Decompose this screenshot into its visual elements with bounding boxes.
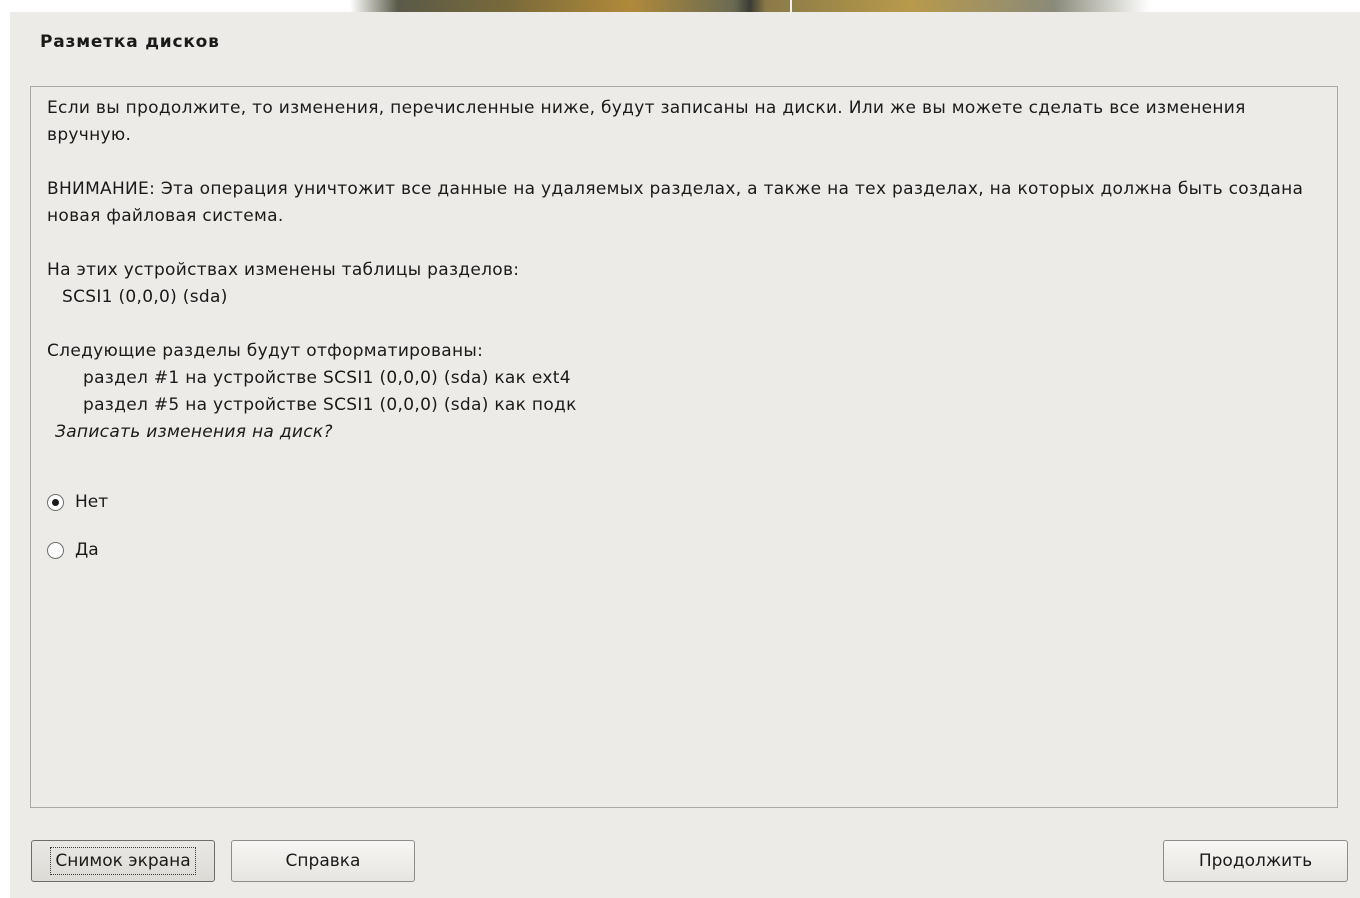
- banner-image: [350, 0, 1150, 12]
- installer-window: Разметка дисков Если вы продолжите, то и…: [10, 12, 1360, 898]
- radio-option-yes[interactable]: Да: [47, 540, 99, 560]
- radio-label-yes: Да: [75, 540, 99, 560]
- message-text: Если вы продолжите, то изменения, перечи…: [47, 95, 1327, 446]
- partition-tables-heading: На этих устройствах изменены таблицы раз…: [47, 260, 520, 280]
- header-banner: [0, 0, 1360, 12]
- radio-button-yes[interactable]: [47, 541, 64, 559]
- radio-option-no[interactable]: Нет: [47, 492, 108, 512]
- radio-label-no: Нет: [75, 492, 109, 512]
- intro-text: Если вы продолжите, то изменения, перечи…: [47, 98, 1246, 145]
- question-text: Записать изменения на диск?: [55, 422, 333, 442]
- format-item: раздел #1 на устройстве SCSI1 (0,0,0) (s…: [83, 368, 571, 388]
- warning-text: ВНИМАНИЕ: Эта операция уничтожит все дан…: [47, 179, 1304, 226]
- screenshot-button-label: Снимок экрана: [50, 847, 196, 875]
- page-title: Разметка дисков: [40, 32, 220, 52]
- content-frame: Если вы продолжите, то изменения, перечи…: [30, 86, 1338, 808]
- continue-button[interactable]: Продолжить: [1163, 840, 1348, 882]
- radio-button-no[interactable]: [47, 493, 64, 511]
- continue-button-label: Продолжить: [1198, 851, 1313, 871]
- screenshot-button[interactable]: Снимок экрана: [31, 840, 215, 882]
- partition-table-device: SCSI1 (0,0,0) (sda): [62, 287, 228, 307]
- help-button-label: Справка: [285, 851, 361, 871]
- format-heading: Следующие разделы будут отформатированы:: [47, 341, 484, 361]
- format-item: раздел #5 на устройстве SCSI1 (0,0,0) (s…: [83, 395, 577, 415]
- help-button[interactable]: Справка: [231, 840, 415, 882]
